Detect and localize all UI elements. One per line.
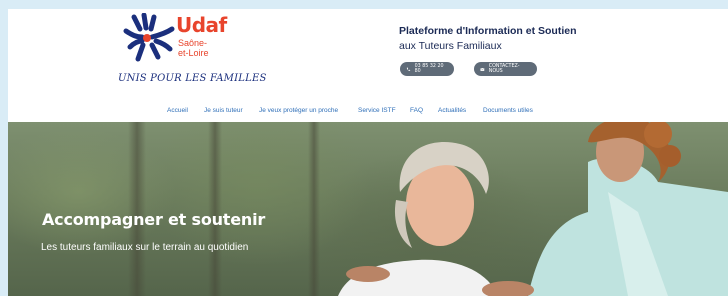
brand-name: Udaf bbox=[176, 13, 227, 37]
page: Udaf Saône- et-Loire UNIS POUR LES FAMIL… bbox=[8, 9, 728, 296]
nav-item-service-istf[interactable]: Service ISTF bbox=[358, 107, 396, 114]
platform-title: Plateforme d'Information et Soutien bbox=[399, 25, 577, 37]
phone-button-label: 03 85 32 20 80 bbox=[414, 64, 444, 74]
contact-button[interactable]: CONTACTEZ-NOUS bbox=[474, 62, 537, 76]
contact-button-label: CONTACTEZ-NOUS bbox=[488, 64, 520, 74]
site-header: Udaf Saône- et-Loire UNIS POUR LES FAMIL… bbox=[8, 9, 728, 102]
brand-region-line1: Saône- bbox=[178, 38, 208, 48]
phone-icon bbox=[406, 67, 411, 71]
udaf-family-logo-icon bbox=[123, 13, 175, 62]
brand-region-line2: et-Loire bbox=[178, 48, 209, 58]
brand-slogan: UNIS POUR LES FAMILLES bbox=[118, 73, 267, 84]
platform-heading: Plateforme d'Information et Soutien aux … bbox=[399, 25, 659, 52]
brand-region: Saône- et-Loire bbox=[178, 38, 209, 58]
nav-item-actualites[interactable]: Actualités bbox=[438, 107, 466, 114]
platform-subtitle: aux Tuteurs Familiaux bbox=[399, 40, 502, 52]
nav-item-accueil[interactable]: Accueil bbox=[167, 107, 188, 114]
envelope-icon bbox=[480, 67, 485, 71]
hero-title: Accompagner et soutenir bbox=[42, 210, 266, 229]
hero-photo-caregiver-and-elderly-woman bbox=[338, 122, 728, 296]
main-nav: Accueil Je suis tuteur Je veux protéger … bbox=[8, 102, 728, 122]
nav-item-documents-utiles[interactable]: Documents utiles bbox=[483, 107, 533, 114]
nav-item-proteger-un-proche[interactable]: Je veux protéger un proche bbox=[259, 107, 338, 114]
hero-subtitle: Les tuteurs familiaux sur le terrain au … bbox=[41, 242, 249, 253]
nav-item-faq[interactable]: FAQ bbox=[410, 107, 423, 114]
phone-button[interactable]: 03 85 32 20 80 bbox=[400, 62, 454, 76]
udaf-logo[interactable]: Udaf Saône- et-Loire UNIS POUR LES FAMIL… bbox=[118, 11, 266, 97]
hero-banner: Accompagner et soutenir Les tuteurs fami… bbox=[8, 122, 728, 296]
nav-item-je-suis-tuteur[interactable]: Je suis tuteur bbox=[204, 107, 243, 114]
